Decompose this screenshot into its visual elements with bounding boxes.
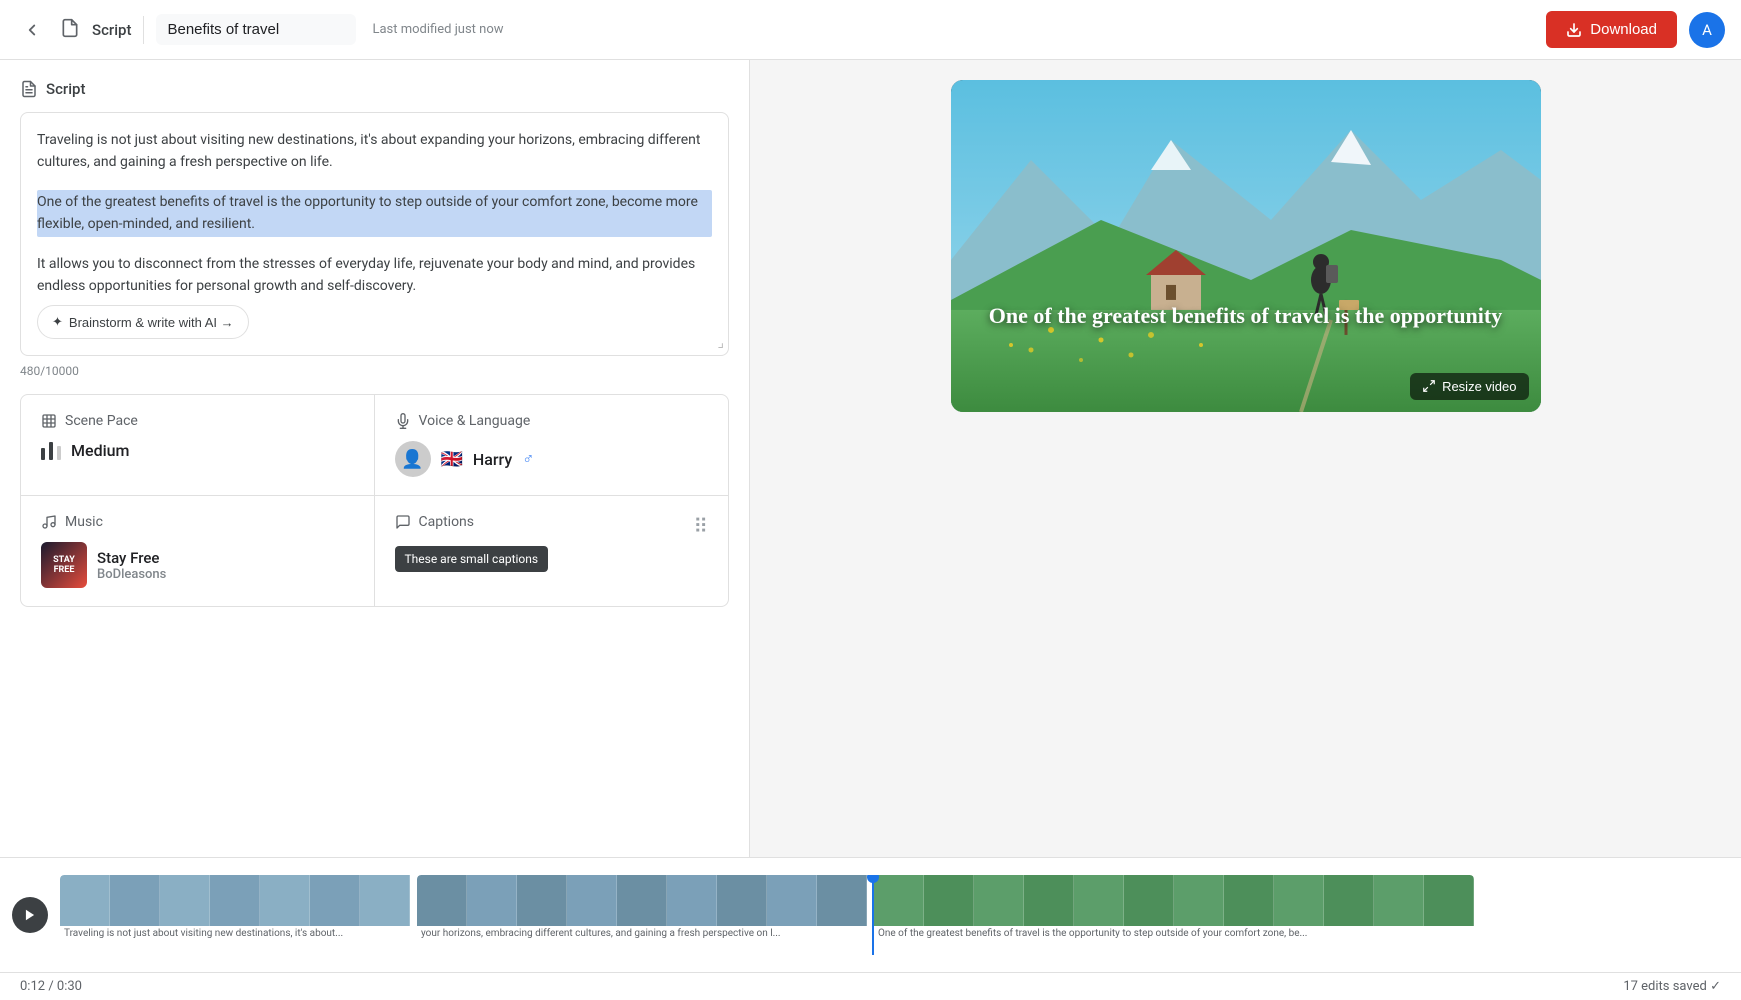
- timeline-cursor[interactable]: [872, 875, 874, 955]
- timeline-bar: Traveling is not just about visiting new…: [0, 857, 1741, 972]
- settings-grid: Scene Pace Medium: [20, 394, 729, 607]
- timeline-segment-1[interactable]: Traveling is not just about visiting new…: [60, 875, 415, 940]
- modified-timestamp: Last modified just now: [372, 22, 503, 37]
- captions-title: Captions: [395, 514, 475, 530]
- flag-icon: 🇬🇧: [441, 449, 463, 470]
- timeline-segment-2[interactable]: your horizons, embracing different cultu…: [417, 875, 872, 940]
- resize-handle[interactable]: ⌟: [717, 335, 724, 351]
- script-paragraph-3: It allows you to disconnect from the str…: [37, 253, 712, 298]
- segment-1-frames: [60, 875, 415, 926]
- char-count: 480/10000: [20, 364, 729, 378]
- script-label: Script: [92, 21, 131, 39]
- timeline-text-2: your horizons, embracing different cultu…: [417, 926, 872, 940]
- script-paragraph-2-highlighted: One of the greatest benefits of travel i…: [37, 190, 712, 237]
- music-value: STAYFREE Stay Free BoDleasons: [41, 542, 354, 588]
- scene-pace-icon: [41, 413, 57, 429]
- play-button[interactable]: [0, 858, 60, 973]
- main-content: Script Traveling is not just about visit…: [0, 60, 1741, 857]
- bottom-status: 0:12 / 0:30 17 edits saved ✓: [0, 972, 1741, 1000]
- music-info: Stay Free BoDleasons: [97, 549, 166, 582]
- timeline-tracks: Traveling is not just about visiting new…: [60, 875, 1741, 955]
- captions-tooltip: These are small captions: [395, 546, 549, 572]
- voice-language-title: Voice & Language: [395, 413, 709, 429]
- scene-pace-cell[interactable]: Scene Pace Medium: [21, 395, 375, 496]
- timeline-segment-3[interactable]: One of the greatest benefits of travel i…: [874, 875, 1474, 940]
- left-panel: Script Traveling is not just about visit…: [0, 60, 750, 857]
- back-button[interactable]: [16, 14, 48, 46]
- video-preview: One of the greatest benefits of travel i…: [951, 80, 1541, 412]
- voice-language-cell[interactable]: Voice & Language 👤 🇬🇧 Harry ♂: [375, 395, 729, 496]
- video-caption-text: One of the greatest benefits of travel i…: [981, 301, 1511, 332]
- script-paragraph-1: Traveling is not just about visiting new…: [37, 129, 712, 174]
- user-avatar[interactable]: A: [1689, 12, 1725, 48]
- script-section-title: Script: [20, 80, 729, 98]
- scene-pace-value: Medium: [41, 441, 354, 460]
- brainstorm-ai-button[interactable]: ✦ Brainstorm & write with AI →: [37, 305, 249, 339]
- resize-video-button[interactable]: Resize video: [1410, 373, 1528, 400]
- scene-pace-title: Scene Pace: [41, 413, 354, 429]
- frame-thumb: [60, 875, 110, 926]
- segment-2-frames: [417, 875, 872, 926]
- music-cell[interactable]: Music STAYFREE Stay Free BoDleasons: [21, 496, 375, 606]
- topbar-divider: [143, 16, 144, 44]
- voice-language-value: 👤 🇬🇧 Harry ♂: [395, 441, 709, 477]
- music-thumbnail: STAYFREE: [41, 542, 87, 588]
- segment-3-frames: [874, 875, 1474, 926]
- script-editor[interactable]: Traveling is not just about visiting new…: [20, 112, 729, 356]
- edits-saved: 17 edits saved ✓: [1623, 979, 1721, 994]
- captions-grid-icon[interactable]: ⠿: [693, 514, 708, 538]
- ai-icon: ✦: [52, 314, 63, 330]
- timeline-text-3: One of the greatest benefits of travel i…: [874, 926, 1474, 940]
- doc-icon: [60, 18, 80, 42]
- timeline-text-1: Traveling is not just about visiting new…: [60, 926, 415, 940]
- script-title: Script: [46, 80, 85, 98]
- music-icon: [41, 514, 57, 530]
- right-panel: One of the greatest benefits of travel i…: [750, 60, 1741, 857]
- captions-cell[interactable]: Captions ⠿ These are small captions: [375, 496, 729, 606]
- video-caption-overlay: One of the greatest benefits of travel i…: [951, 301, 1541, 332]
- document-title-input[interactable]: [156, 14, 356, 45]
- music-title: Music: [41, 514, 354, 530]
- resize-icon: [1422, 379, 1436, 393]
- pace-bars-icon: [41, 442, 61, 460]
- script-icon: [20, 80, 38, 98]
- gender-icon: ♂: [522, 449, 534, 469]
- play-icon: [23, 908, 37, 922]
- topbar: Script Last modified just now Download A: [0, 0, 1741, 60]
- download-icon: [1566, 22, 1582, 38]
- playback-time: 0:12 / 0:30: [20, 979, 82, 994]
- microphone-icon: [395, 413, 411, 429]
- download-button[interactable]: Download: [1546, 11, 1677, 48]
- play-circle: [12, 897, 48, 933]
- video-landscape: [951, 80, 1541, 412]
- captions-icon: [395, 514, 411, 530]
- voice-avatar: 👤: [395, 441, 431, 477]
